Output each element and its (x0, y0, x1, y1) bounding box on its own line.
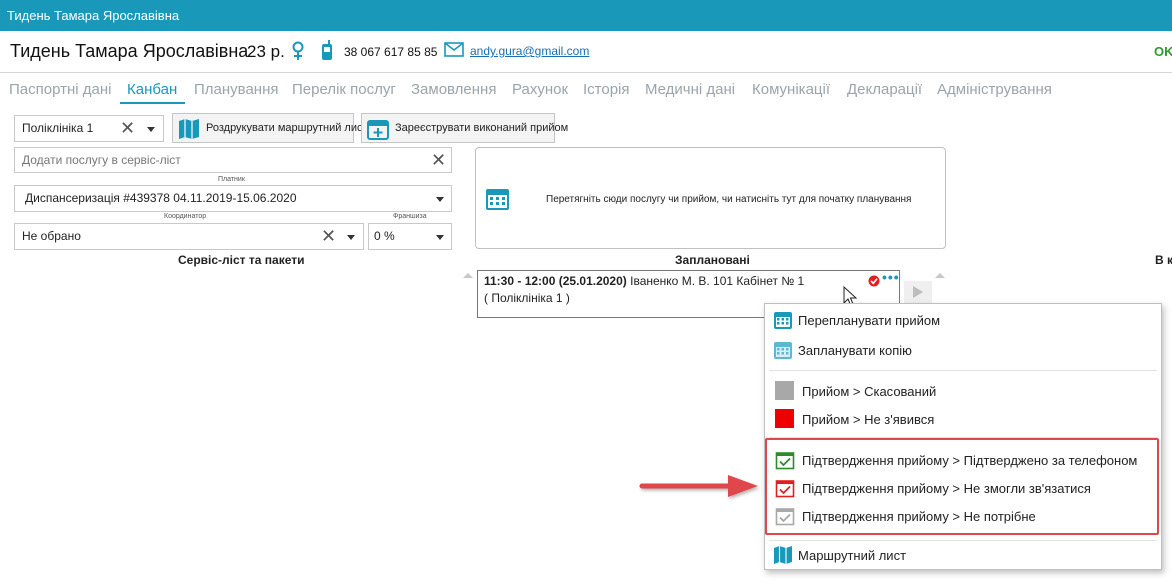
coordinator-select-value: Не обрано (22, 229, 81, 243)
add-service-field[interactable]: Додати послугу в сервіс-ліст ✕ (14, 147, 452, 173)
status-check-icon (868, 275, 880, 287)
payer-label: Платник (218, 176, 245, 183)
clear-coordinator-icon[interactable]: ✕ (321, 227, 336, 245)
appointment-card-line1: 11:30 - 12:00 (25.01.2020) Іваненко М. В… (484, 274, 804, 288)
patient-phone: 38 067 617 85 85 (344, 45, 438, 59)
patient-email-link[interactable]: andy.gura@gmail.com (470, 44, 589, 58)
mobile-phone-icon (322, 40, 332, 60)
play-icon (913, 286, 923, 298)
chevron-down-icon[interactable] (436, 235, 444, 240)
status-ok: OK (1154, 44, 1172, 59)
tab-services[interactable]: Перелік послуг (292, 81, 396, 98)
payer-select[interactable]: Диспансеризація #439378 04.11.2019-15.06… (14, 185, 452, 212)
coordinator-label: Координатор (164, 213, 207, 220)
menu-item-label: Прийом > Не з'явився (802, 412, 935, 427)
menu-item-status-cancelled[interactable]: Прийом > Скасований (765, 377, 1161, 405)
menu-separator (769, 370, 1157, 371)
window-title: Тидень Тамара Ярославівна (7, 8, 180, 23)
active-tab-underline (120, 102, 185, 104)
tab-bar: Паспортні дані Канбан Планування Перелік… (0, 74, 1172, 104)
dropzone-message: Перетягніть сюди послугу чи прийом, чи н… (546, 194, 912, 205)
patient-header: Тидень Тамара Ярославівна 23 р. 38 067 6… (0, 31, 1172, 73)
play-button[interactable] (904, 281, 932, 303)
menu-item-status-no-show[interactable]: Прийом > Не з'явився (765, 405, 1161, 433)
menu-item-schedule-copy[interactable]: Запланувати копію (765, 336, 1161, 364)
female-icon (292, 41, 304, 60)
payer-select-value: Диспансеризація #439378 04.11.2019-15.06… (25, 191, 297, 205)
tab-communications[interactable]: Комунікації (752, 81, 830, 98)
gray-status-swatch (775, 381, 794, 400)
clinic-select-value: Поліклініка 1 (22, 121, 94, 135)
register-appointment-label: Зареєструвати виконаний прийом (395, 122, 569, 134)
menu-item-label: Маршрутний лист (798, 548, 907, 563)
chevron-down-icon[interactable] (436, 197, 444, 202)
calendar-plus-icon (367, 120, 389, 140)
map-icon (774, 546, 792, 564)
tab-planning[interactable]: Планування (194, 81, 279, 98)
menu-item-label: Запланувати копію (798, 343, 912, 358)
franchise-select-value: 0 % (374, 229, 395, 243)
franchise-select[interactable]: 0 % (368, 223, 452, 250)
tab-passport[interactable]: Паспортні дані (9, 81, 111, 98)
red-status-swatch (775, 409, 794, 428)
service-list-column-title: Сервіс-ліст та пакети (178, 253, 305, 267)
coordinator-select[interactable]: Не обрано ✕ (14, 223, 364, 250)
scroll-up-arrow[interactable] (463, 273, 473, 278)
patient-name: Тидень Тамара Ярославівна (10, 41, 249, 61)
patient-age: 23 р. (247, 42, 285, 61)
window-title-bar: Тидень Тамара Ярославівна (0, 0, 1172, 31)
scroll-up-arrow[interactable] (935, 273, 945, 278)
more-options-icon[interactable]: ••• (882, 269, 900, 285)
calendar-icon (486, 189, 509, 210)
annotation-arrow-icon (639, 475, 758, 497)
chevron-down-icon[interactable] (347, 235, 355, 240)
clinic-select[interactable]: Поліклініка 1 ✕ (14, 115, 164, 142)
tab-administration[interactable]: Адміністрування (937, 81, 1052, 98)
appointment-time: 11:30 - 12:00 (25.01.2020) (484, 274, 627, 288)
chevron-down-icon[interactable] (147, 127, 155, 132)
menu-item-route-sheet[interactable]: Маршрутний лист (765, 541, 1161, 569)
clear-clinic-icon[interactable]: ✕ (120, 119, 135, 137)
print-route-sheet-label: Роздрукувати маршрутний лист (206, 122, 368, 134)
tab-history[interactable]: Історія (583, 81, 630, 98)
appointment-location: ( Поліклініка 1 ) (484, 291, 570, 305)
planned-column-title: Заплановані (675, 253, 750, 267)
tab-declarations[interactable]: Декларації (847, 81, 922, 98)
tab-orders[interactable]: Замовлення (411, 81, 496, 98)
tab-medical-data[interactable]: Медичні дані (645, 81, 735, 98)
map-icon (179, 119, 199, 139)
clear-service-icon[interactable]: ✕ (431, 151, 446, 169)
franchise-label: Франшиза (393, 213, 427, 220)
calendar-copy-icon (774, 342, 792, 359)
register-appointment-button[interactable]: Зареєструвати виконаний прийом (361, 113, 568, 143)
menu-item-label: Прийом > Скасований (802, 384, 937, 399)
menu-item-reschedule[interactable]: Перепланувати прийом (765, 306, 1161, 334)
confirmation-highlight-box (765, 438, 1159, 535)
add-service-placeholder: Додати послугу в сервіс-ліст (22, 153, 181, 167)
third-column-title: В к (1155, 253, 1172, 267)
calendar-icon (774, 312, 792, 329)
tab-kanban[interactable]: Канбан (127, 81, 177, 98)
planning-dropzone[interactable]: Перетягніть сюди послугу чи прийом, чи н… (475, 147, 946, 249)
appointment-details: Іваненко М. В. 101 Кабінет № 1 (630, 274, 805, 288)
tab-invoice[interactable]: Рахунок (512, 81, 568, 98)
menu-item-label: Перепланувати прийом (798, 313, 941, 328)
email-icon (444, 42, 464, 57)
print-route-sheet-button[interactable]: Роздрукувати маршрутний лист (172, 113, 368, 143)
